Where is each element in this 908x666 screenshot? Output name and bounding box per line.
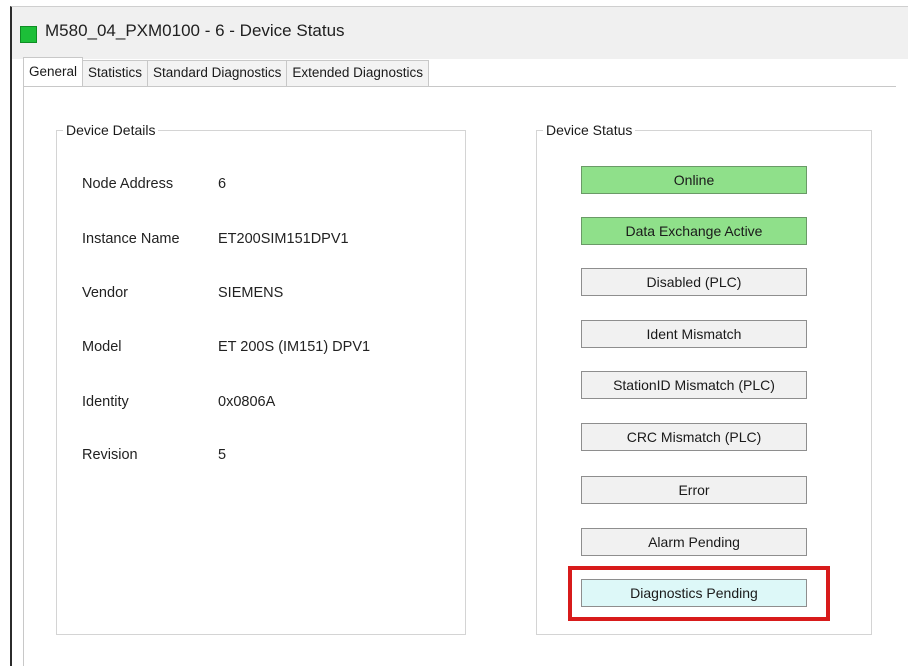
error-indicator: Error xyxy=(581,476,807,504)
device-status-legend: Device Status xyxy=(543,122,636,138)
title-bar: M580_04_PXM0100 - 6 - Device Status xyxy=(12,7,908,59)
window-title: M580_04_PXM0100 - 6 - Device Status xyxy=(45,21,345,40)
data-exchange-active-indicator: Data Exchange Active xyxy=(581,217,807,245)
tab-statistics[interactable]: Statistics xyxy=(83,60,149,87)
tab-extended-diagnostics[interactable]: Extended Diagnostics xyxy=(287,60,429,87)
device-details-group: Device Details xyxy=(56,122,466,635)
node-address-value: 6 xyxy=(218,176,227,192)
vendor-label: Vendor xyxy=(82,285,128,301)
ident-mismatch-indicator: Ident Mismatch xyxy=(581,320,807,348)
diagnostics-pending-highlight-box xyxy=(568,566,830,621)
disabled-plc-indicator: Disabled (PLC) xyxy=(581,268,807,296)
instance-name-label: Instance Name xyxy=(82,231,180,247)
alarm-pending-indicator: Alarm Pending xyxy=(581,528,807,556)
instance-name-value: ET200SIM151DPV1 xyxy=(218,231,349,247)
model-label: Model xyxy=(82,339,122,355)
model-value: ET 200S (IM151) DPV1 xyxy=(218,339,371,355)
tab-standard-diagnostics[interactable]: Standard Diagnostics xyxy=(148,60,288,87)
device-details-legend: Device Details xyxy=(63,122,159,138)
crc-mismatch-plc-indicator: CRC Mismatch (PLC) xyxy=(581,423,807,451)
identity-label: Identity xyxy=(82,394,129,410)
device-status-square-icon xyxy=(20,26,37,43)
online-indicator: Online xyxy=(581,166,807,194)
vendor-value: SIEMENS xyxy=(218,285,284,301)
revision-value: 5 xyxy=(218,447,227,463)
stationid-mismatch-plc-indicator: StationID Mismatch (PLC) xyxy=(581,371,807,399)
revision-label: Revision xyxy=(82,447,138,463)
node-address-label: Node Address xyxy=(82,176,174,192)
identity-value: 0x0806A xyxy=(218,394,276,410)
tab-strip: General Statistics Standard Diagnostics … xyxy=(23,57,429,89)
tab-general[interactable]: General xyxy=(23,57,84,89)
